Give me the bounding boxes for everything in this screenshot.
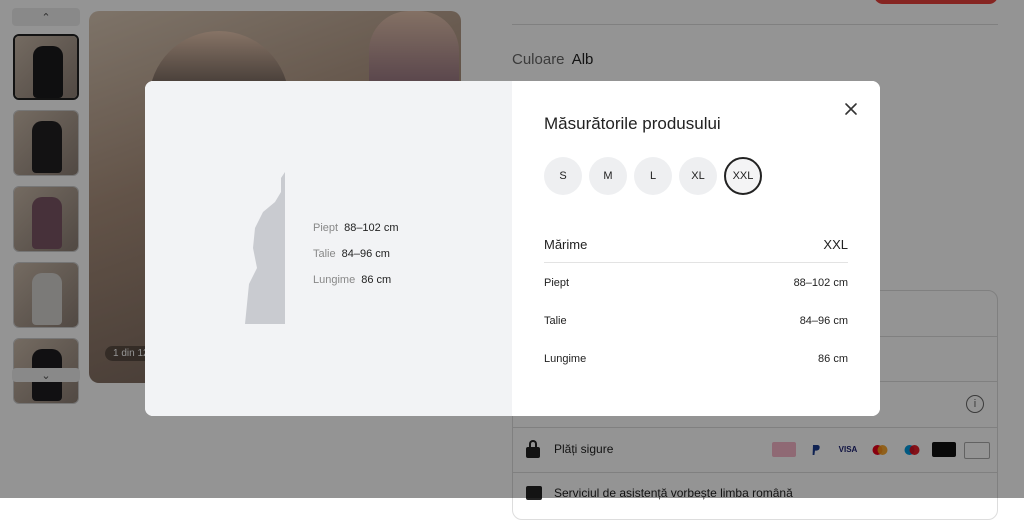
size-option-s[interactable]: S: [544, 157, 582, 195]
close-button[interactable]: [842, 100, 860, 118]
table-header: Mărime XXL: [544, 227, 848, 263]
size-option-xxl[interactable]: XXL: [724, 157, 762, 195]
figure-panel: Piept 88–102 cm Talie 84–96 cm Lungime 8…: [145, 81, 512, 416]
size-option-m[interactable]: M: [589, 157, 627, 195]
table-row: Talie 84–96 cm: [544, 315, 848, 327]
table-row: Piept 88–102 cm: [544, 277, 848, 289]
figure-measurement-waist: Talie 84–96 cm: [313, 248, 390, 260]
measurements-panel: Măsurătorile produsului S M L XL XXL Măr…: [512, 81, 880, 416]
size-measurements-modal: Piept 88–102 cm Talie 84–96 cm Lungime 8…: [145, 81, 880, 416]
close-icon: [845, 103, 857, 115]
size-header-label: Mărime: [544, 237, 588, 252]
modal-title: Măsurătorile produsului: [544, 114, 721, 133]
size-option-l[interactable]: L: [634, 157, 672, 195]
figure-measurements: Piept 88–102 cm Talie 84–96 cm Lungime 8…: [313, 215, 399, 293]
size-option-xl[interactable]: XL: [679, 157, 717, 195]
size-selector: S M L XL XXL: [544, 157, 762, 195]
figure-measurement-chest: Piept 88–102 cm: [313, 222, 399, 234]
measurements-table: Mărime XXL Piept 88–102 cm Talie 84–96 c…: [544, 227, 848, 378]
table-row: Lungime 86 cm: [544, 353, 848, 365]
figure-measurement-length: Lungime 86 cm: [313, 274, 392, 286]
size-header-value: XXL: [823, 237, 848, 252]
body-silhouette-image: [245, 172, 285, 324]
